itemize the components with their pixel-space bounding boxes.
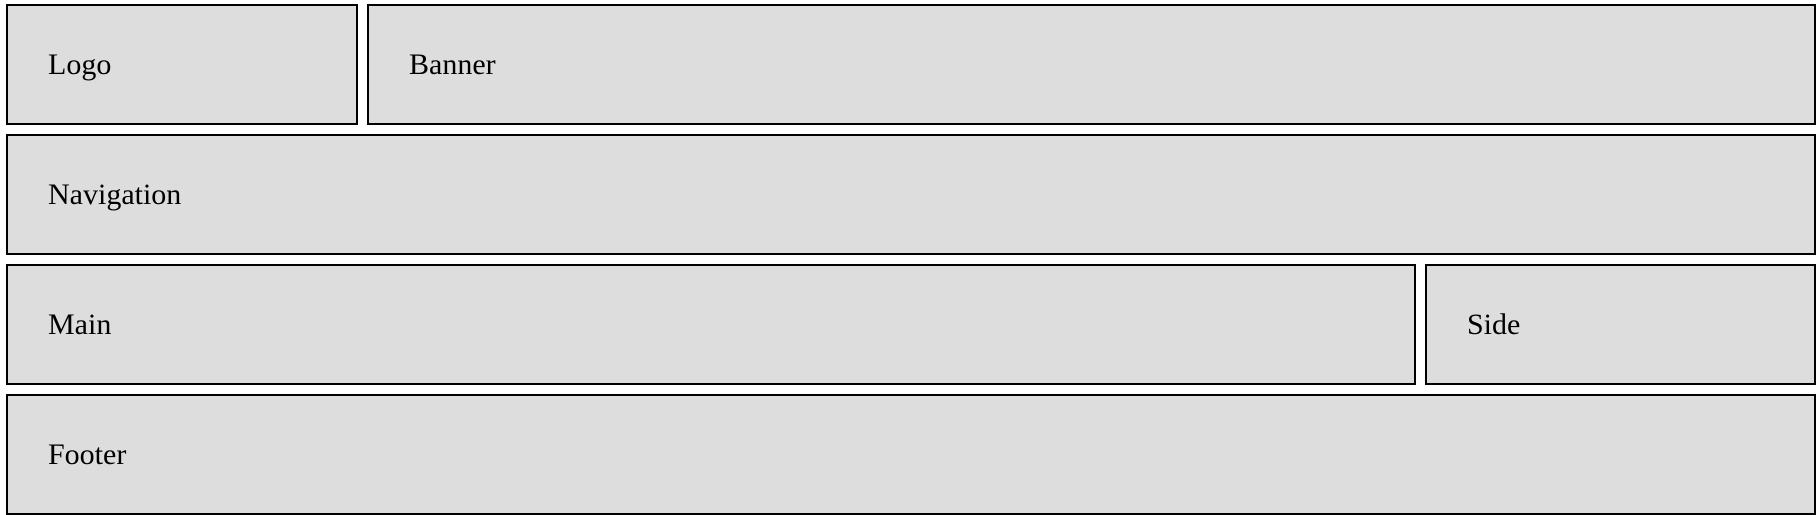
footer-region: Footer xyxy=(6,394,1816,515)
banner-region: Banner xyxy=(367,4,1816,125)
navigation-region: Navigation xyxy=(6,134,1816,255)
main-region: Main xyxy=(6,264,1416,385)
main-label: Main xyxy=(48,307,112,341)
footer-label: Footer xyxy=(48,437,127,471)
logo-label: Logo xyxy=(48,47,112,81)
side-label: Side xyxy=(1467,307,1521,341)
page-layout-grid: Logo Banner Navigation Main Side Footer xyxy=(6,4,1816,515)
banner-label: Banner xyxy=(409,47,496,81)
logo-region: Logo xyxy=(6,4,358,125)
side-region: Side xyxy=(1425,264,1816,385)
navigation-label: Navigation xyxy=(48,177,182,211)
